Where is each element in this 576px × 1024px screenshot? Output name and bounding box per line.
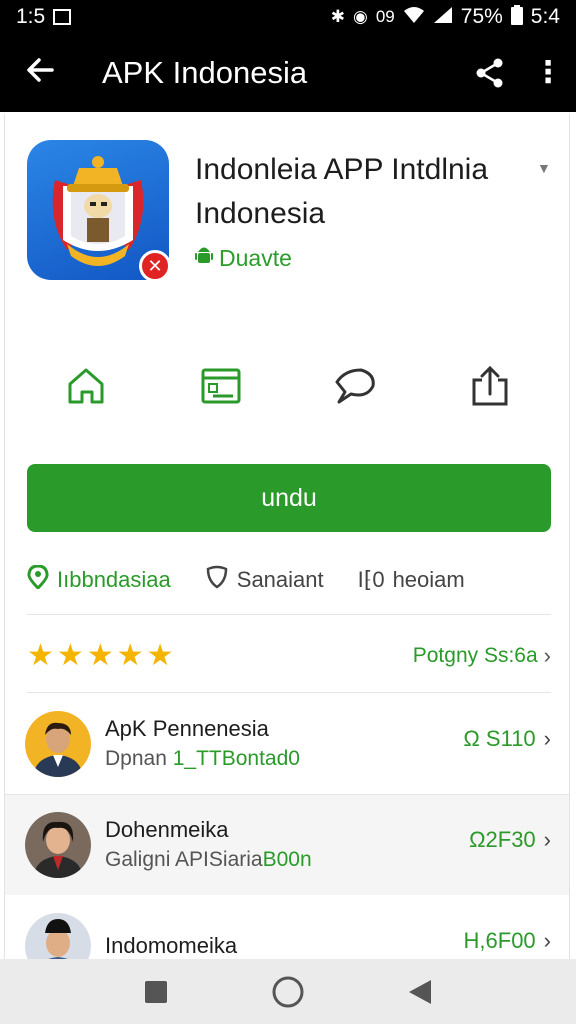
- battery-percent: 75%: [460, 5, 503, 28]
- review-score-value: Ω S110: [463, 726, 536, 751]
- review-meta: Galigni APISiariaB00n: [105, 848, 312, 871]
- triangle-back-icon[interactable]: [400, 972, 440, 1012]
- bluetooth-icon: ✱: [330, 7, 345, 26]
- review-score-value: H,6F00: [463, 928, 536, 953]
- review-score: H,6F00 ›: [464, 928, 551, 954]
- status-time-left: 1:5: [16, 5, 46, 28]
- circle-home-icon[interactable]: [268, 972, 308, 1012]
- tag-location[interactable]: Iıbbndasiaa: [27, 564, 171, 595]
- review-score: Ω2F30 ›: [469, 827, 551, 853]
- review-text: Dohenmeika Galigni APISiariaB00n: [105, 815, 445, 875]
- system-nav-bar: [0, 959, 576, 1024]
- chevron-down-icon[interactable]: ▼: [537, 160, 551, 176]
- square-recent-icon[interactable]: [136, 972, 176, 1012]
- battery-icon: [510, 4, 523, 30]
- review-item[interactable]: ApK Pennenesia Dpnan 1_TTBontad0 Ω S110 …: [5, 694, 569, 794]
- review-score: Ω S110 ›: [463, 726, 551, 752]
- star-icon: ★: [146, 639, 174, 672]
- divider: [27, 614, 551, 615]
- share-icon[interactable]: [460, 57, 520, 89]
- download-button[interactable]: undu: [27, 464, 551, 532]
- review-author: ApK Pennenesia: [105, 716, 269, 741]
- avatar: [25, 711, 91, 777]
- screen-icon[interactable]: [191, 356, 251, 416]
- review-item[interactable]: Indomomeika H,6F00 ›: [5, 896, 569, 959]
- review-item[interactable]: Dohenmeika Galigni APISiariaB00n Ω2F30 ›: [5, 795, 569, 895]
- tag-row: Iıbbndasiaa Sanaiant I⁅0 heoiam: [27, 560, 551, 600]
- status-bar: 1:5 ✱ ◉ 09 75% 5:4: [0, 0, 576, 34]
- review-text: Indomomeika: [105, 931, 445, 959]
- star-icon: ★: [27, 639, 54, 672]
- star-icon: ★: [86, 639, 114, 672]
- ratings-link[interactable]: Potgny Ss:6a ›: [413, 643, 551, 669]
- close-icon[interactable]: ✕: [139, 250, 171, 282]
- tag-info[interactable]: I⁅0 heoiam: [358, 567, 465, 593]
- app-title: Indonleia APP Intdlnia Indonesia: [195, 153, 489, 230]
- review-score-value: Ω2F30: [469, 827, 536, 852]
- star-icon: ★: [56, 639, 84, 672]
- review-author: Dohenmeika: [105, 817, 229, 842]
- chevron-right-icon: ›: [543, 643, 551, 668]
- signal-icon: [433, 6, 453, 29]
- avatar: [25, 913, 91, 959]
- status-time-right: 5:4: [530, 5, 560, 28]
- review-meta: Dpnan 1_TTBontad0: [105, 747, 300, 770]
- comment-icon[interactable]: [325, 356, 385, 416]
- star-icon: ★: [116, 639, 144, 672]
- location-icon: [27, 564, 49, 595]
- more-vert-icon[interactable]: ⋮: [520, 58, 576, 88]
- android-icon: [195, 244, 213, 272]
- avatar: [25, 812, 91, 878]
- developer-link[interactable]: Duavte: [195, 244, 292, 272]
- app-detail-content: ✕ Indonleia APP Intdlnia Indonesia ▼ Dua…: [4, 114, 570, 959]
- action-row: [5, 352, 569, 420]
- review-author: Indomomeika: [105, 933, 238, 958]
- vibrate-icon: ◉: [353, 7, 368, 26]
- star-rating: ★ ★ ★ ★ ★: [27, 641, 174, 671]
- ratings-link-label: Potgny Ss:6a: [412, 644, 538, 667]
- chevron-right-icon: ›: [543, 928, 551, 953]
- tag-label: Sanaiant: [236, 567, 324, 592]
- network-label: 09: [375, 7, 395, 26]
- app-bar: APK Indonesia ⋮: [0, 34, 576, 112]
- home-icon[interactable]: [56, 356, 116, 416]
- info-prefix: I⁅0: [357, 567, 385, 592]
- review-text: ApK Pennenesia Dpnan 1_TTBontad0: [105, 714, 445, 774]
- shield-icon: [205, 565, 229, 595]
- tag-label: heoiam: [392, 567, 465, 592]
- tag-security[interactable]: Sanaiant: [205, 565, 324, 595]
- chevron-right-icon: ›: [543, 726, 551, 751]
- wifi-icon: [403, 6, 425, 29]
- share-upload-icon[interactable]: [460, 356, 520, 416]
- chevron-right-icon: ›: [543, 827, 551, 852]
- rating-row: ★ ★ ★ ★ ★ Potgny Ss:6a ›: [27, 634, 551, 678]
- tag-label: Iıbbndasiaa: [57, 567, 171, 592]
- arrow-left-icon[interactable]: [0, 55, 80, 91]
- page-title: APK Indonesia: [102, 55, 308, 90]
- divider: [27, 692, 551, 693]
- notification-box-icon: [53, 9, 72, 25]
- app-header: ✕ Indonleia APP Intdlnia Indonesia ▼ Dua…: [5, 114, 569, 314]
- developer-name: Duavte: [219, 244, 292, 271]
